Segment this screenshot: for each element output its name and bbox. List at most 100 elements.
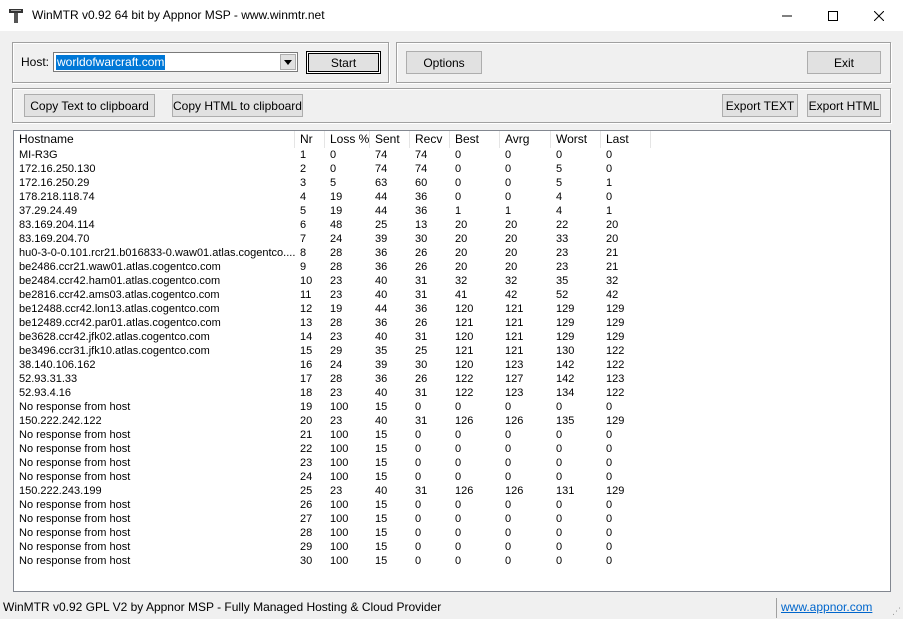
table-row[interactable]: No response from host 19 100 15 0 0 0 0 0	[14, 400, 890, 414]
cell-best: 122	[455, 373, 474, 385]
cell-hostname: No response from host	[19, 471, 131, 483]
cell-sent: 74	[375, 149, 388, 161]
cell-best: 1	[455, 205, 462, 217]
trace-results-list[interactable]: Hostname Nr Loss % Sent Recv Best Avrg W…	[13, 130, 891, 592]
table-row[interactable]: be3496.ccr31.jfk10.atlas.cogentco.com 15 2…	[14, 344, 890, 358]
table-row[interactable]: No response from host 29 100 15 0 0 0 0 0	[14, 540, 890, 554]
table-row[interactable]: be12489.ccr42.par01.atlas.cogentco.com 13…	[14, 316, 890, 330]
table-row[interactable]: No response from host 26 100 15 0 0 0 0 0	[14, 498, 890, 512]
table-row[interactable]: 83.169.204.114 6 48 25 13 20 20 22 20	[14, 218, 890, 232]
cell-hostname: No response from host	[19, 429, 131, 441]
maximize-button[interactable]	[810, 0, 856, 31]
table-row[interactable]: No response from host 30 100 15 0 0 0 0 0	[14, 554, 890, 568]
table-row[interactable]: No response from host 23 100 15 0 0 0 0 0	[14, 456, 890, 470]
table-row[interactable]: 52.93.31.33 17 28 36 26 122 127 142 123	[14, 372, 890, 386]
start-button[interactable]: Start	[306, 51, 381, 74]
exit-button[interactable]: Exit	[807, 51, 881, 74]
column-header-sent[interactable]: Sent	[370, 131, 410, 148]
table-row[interactable]: 172.16.250.29 3 5 63 60 0 0 5 1	[14, 176, 890, 190]
column-header-worst[interactable]: Worst	[551, 131, 601, 148]
table-row[interactable]: be2486.ccr21.waw01.atlas.cogentco.com 9 28…	[14, 260, 890, 274]
cell-best: 0	[455, 471, 462, 483]
cell-loss: 19	[330, 191, 343, 203]
cell-last: 0	[606, 163, 613, 175]
minimize-button[interactable]	[764, 0, 810, 31]
cell-best: 20	[455, 219, 468, 231]
cell-last: 1	[606, 205, 613, 217]
maximize-icon	[828, 10, 838, 21]
appnor-link[interactable]: www.appnor.com	[781, 600, 872, 614]
cell-best: 0	[455, 429, 462, 441]
cell-avrg: 121	[505, 317, 524, 329]
cell-avrg: 32	[505, 275, 518, 287]
table-row[interactable]: 52.93.4.16 18 23 40 31 122 123 134 122	[14, 386, 890, 400]
combo-dropdown-button[interactable]	[280, 54, 296, 70]
cell-worst: 0	[556, 513, 563, 525]
table-row[interactable]: 37.29.24.49 5 19 44 36 1 1 4 1	[14, 204, 890, 218]
cell-worst: 0	[556, 555, 563, 567]
cell-best: 126	[455, 415, 474, 427]
table-row[interactable]: be3628.ccr42.jfk02.atlas.cogentco.com 14 2…	[14, 330, 890, 344]
table-row[interactable]: No response from host 21 100 15 0 0 0 0 0	[14, 428, 890, 442]
table-row[interactable]: be12488.ccr42.lon13.atlas.cogentco.com 12…	[14, 302, 890, 316]
cell-hostname: No response from host	[19, 541, 131, 553]
cell-nr: 12	[300, 303, 313, 315]
cell-best: 20	[455, 233, 468, 245]
cell-loss: 24	[330, 359, 343, 371]
cell-nr: 5	[300, 205, 307, 217]
cell-avrg: 121	[505, 345, 524, 357]
cell-last: 122	[606, 345, 625, 357]
host-input-value[interactable]: worldofwarcraft.com	[56, 55, 166, 70]
cell-hostname: be12488.ccr42.lon13.atlas.cogentco.com	[19, 303, 220, 315]
cell-loss: 23	[330, 275, 343, 287]
cell-loss: 23	[330, 415, 343, 427]
cell-sent: 15	[375, 513, 388, 525]
cell-sent: 36	[375, 317, 388, 329]
copy-html-button[interactable]: Copy HTML to clipboard	[172, 94, 303, 117]
column-header-loss[interactable]: Loss %	[325, 131, 370, 148]
close-button[interactable]	[856, 0, 902, 31]
cell-loss: 100	[330, 541, 349, 553]
table-row[interactable]: 150.222.242.122 20 23 40 31 126 126 135 129	[14, 414, 890, 428]
table-row[interactable]: 172.16.250.130 2 0 74 74 0 0 5 0	[14, 162, 890, 176]
cell-avrg: 20	[505, 219, 518, 231]
cell-loss: 5	[330, 177, 337, 189]
resize-grip-icon[interactable]: ⋰	[889, 605, 901, 617]
column-header-hostname[interactable]: Hostname	[14, 131, 295, 148]
cell-recv: 74	[415, 163, 428, 175]
table-row[interactable]: No response from host 28 100 15 0 0 0 0 0	[14, 526, 890, 540]
cell-nr: 13	[300, 317, 313, 329]
cell-loss: 23	[330, 331, 343, 343]
table-row[interactable]: No response from host 24 100 15 0 0 0 0 0	[14, 470, 890, 484]
table-row[interactable]: be2484.ccr42.ham01.atlas.cogentco.com 10 2…	[14, 274, 890, 288]
cell-hostname: 52.93.4.16	[19, 387, 71, 399]
column-header-best[interactable]: Best	[450, 131, 500, 148]
table-row[interactable]: 83.169.204.70 7 24 39 30 20 20 33 20	[14, 232, 890, 246]
column-header-nr[interactable]: Nr	[295, 131, 325, 148]
table-row[interactable]: 38.140.106.162 16 24 39 30 120 123 142 122	[14, 358, 890, 372]
table-row[interactable]: 150.222.243.199 25 23 40 31 126 126 131 129	[14, 484, 890, 498]
export-text-button[interactable]: Export TEXT	[722, 94, 798, 117]
cell-avrg: 127	[505, 373, 524, 385]
column-header-recv[interactable]: Recv	[410, 131, 450, 148]
cell-last: 0	[606, 429, 613, 441]
cell-avrg: 126	[505, 415, 524, 427]
cell-loss: 19	[330, 303, 343, 315]
cell-worst: 0	[556, 149, 563, 161]
column-header-last[interactable]: Last	[601, 131, 651, 148]
copy-text-button[interactable]: Copy Text to clipboard	[24, 94, 155, 117]
table-row[interactable]: No response from host 22 100 15 0 0 0 0 0	[14, 442, 890, 456]
cell-sent: 36	[375, 247, 388, 259]
table-row[interactable]: hu0-3-0-0.101.rcr21.b016833-0.waw01.atla…	[14, 246, 890, 260]
table-row[interactable]: be2816.ccr42.ams03.atlas.cogentco.com 11 2…	[14, 288, 890, 302]
cell-recv: 0	[415, 513, 422, 525]
table-row[interactable]: MI-R3G 1 0 74 74 0 0 0 0	[14, 148, 890, 162]
options-button[interactable]: Options	[406, 51, 482, 74]
table-row[interactable]: No response from host 27 100 15 0 0 0 0 0	[14, 512, 890, 526]
cell-sent: 40	[375, 275, 388, 287]
table-row[interactable]: 178.218.118.74 4 19 44 36 0 0 4 0	[14, 190, 890, 204]
host-combobox[interactable]: worldofwarcraft.com	[53, 52, 298, 72]
cell-sent: 36	[375, 373, 388, 385]
column-header-avrg[interactable]: Avrg	[500, 131, 551, 148]
export-html-button[interactable]: Export HTML	[807, 94, 881, 117]
